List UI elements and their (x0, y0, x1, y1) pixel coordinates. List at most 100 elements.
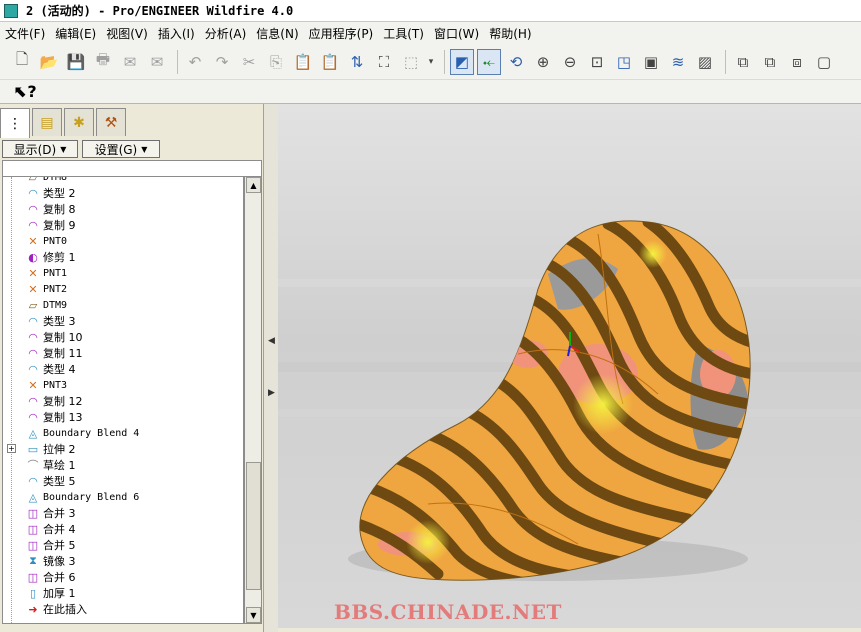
tree-item[interactable]: ◬ Boundary Blend 4 (3, 425, 243, 441)
tree-item[interactable]: ◬ Boundary Blend 6 (3, 489, 243, 505)
insert-here-arrow-icon: ➜ (28, 602, 38, 616)
redo-icon[interactable]: ↷ (210, 49, 234, 75)
app-icon (4, 3, 18, 18)
tree-scrollbar[interactable]: ▲ ▼ (244, 176, 262, 624)
show-dropdown-button[interactable]: 显示(D) ▼ (2, 140, 78, 158)
tree-item[interactable]: ✕ PNT1 (3, 265, 243, 281)
saved-views-icon[interactable]: ▣ (639, 49, 663, 75)
menu-help[interactable]: 帮助(H) (484, 25, 536, 42)
view-manager-icon[interactable]: ◳ (612, 49, 636, 75)
menu-bar: 文件(F) 编辑(E) 视图(V) 插入(I) 分析(A) 信息(N) 应用程序… (0, 22, 861, 44)
tree-item[interactable]: ▱ DTM9 (3, 297, 243, 313)
no-hidden-icon[interactable]: ⧈ (785, 49, 809, 75)
tree-item[interactable]: ◠ 复制 11 (3, 345, 243, 361)
tree-item[interactable]: ◐ 修剪 1 (3, 249, 243, 265)
copy-surface-icon: ◠ (28, 346, 38, 360)
tree-item-label: 复制 9 (43, 219, 76, 232)
tree-item[interactable]: ◠ 类型 3 (3, 313, 243, 329)
spin-center-icon[interactable]: ⤝ (477, 48, 501, 75)
select-box-icon[interactable]: ⬚ (399, 49, 423, 75)
layers-icon[interactable]: ≋ (666, 49, 690, 75)
expand-right-icon[interactable]: ▶ (268, 388, 275, 398)
tree-item[interactable]: ◫ 合并 5 (3, 537, 243, 553)
menu-window[interactable]: 窗口(W) (429, 25, 484, 42)
tree-item[interactable]: ✕ PNT0 (3, 233, 243, 249)
copy-surface-icon: ◠ (28, 394, 38, 408)
tree-item[interactable]: ◫ 合并 3 (3, 505, 243, 521)
paste-special-icon[interactable]: 📋 (318, 49, 342, 75)
mail-icon[interactable]: ✉ (145, 49, 169, 75)
orient-icon[interactable]: ⟲ (504, 49, 528, 75)
tree-item-label: 合并 5 (43, 539, 76, 552)
send-mail-icon[interactable]: ✉ (118, 49, 142, 75)
open-folder-icon[interactable]: 📂 (37, 49, 61, 75)
menu-tools[interactable]: 工具(T) (378, 25, 429, 42)
tree-item[interactable]: ✕ PNT2 (3, 281, 243, 297)
tree-item[interactable]: ⌒ 草绘 1 (3, 457, 243, 473)
tools-tab[interactable]: ⚒ (96, 108, 126, 136)
model-3d-view[interactable] (278, 104, 861, 628)
zoom-in-icon[interactable]: ⊕ (531, 49, 555, 75)
tree-item[interactable]: ▯ 加厚 1 (3, 585, 243, 601)
tree-item-label: 合并 6 (43, 571, 76, 584)
new-file-icon[interactable]: 🗋 (10, 49, 34, 75)
collapse-left-icon[interactable]: ◀ (268, 336, 275, 346)
tree-item[interactable]: ◫ 合并 6 (3, 569, 243, 585)
menu-analysis[interactable]: 分析(A) (200, 25, 252, 42)
appearance-icon[interactable]: ▨ (693, 49, 717, 75)
extrude-icon: ▭ (27, 442, 39, 456)
model-tree-tab[interactable]: ⋮ (0, 108, 30, 138)
layer-tree-tab[interactable]: ▤ (32, 108, 62, 136)
hidden-line-icon[interactable]: ⧉ (758, 49, 782, 75)
settings-dropdown-button[interactable]: 设置(G) ▼ (82, 140, 160, 158)
cut-icon[interactable]: ✂ (237, 49, 261, 75)
menu-edit[interactable]: 编辑(E) (50, 25, 101, 42)
datum-plane-icon: ▱ (28, 298, 38, 312)
regenerate-icon[interactable]: ⇅ (345, 49, 369, 75)
tree-item[interactable]: ➜ 在此插入 (3, 601, 243, 617)
scroll-down-button[interactable]: ▼ (246, 607, 261, 623)
tree-item[interactable]: ▱ DTM8 (3, 177, 243, 185)
copy-icon[interactable]: ⎘ (264, 49, 288, 75)
menu-view[interactable]: 视图(V) (101, 25, 153, 42)
repaint-icon[interactable]: ◩ (450, 48, 474, 75)
tree-item[interactable]: ◫ 合并 4 (3, 521, 243, 537)
wireframe-icon[interactable]: ⧉ (731, 49, 755, 75)
graphics-window[interactable] (278, 104, 861, 628)
tree-item[interactable]: + ▭ 拉伸 2 (3, 441, 243, 457)
panel-splitter[interactable]: ◀ ▶ (264, 104, 278, 632)
thicken-icon: ▯ (29, 586, 37, 600)
undo-icon[interactable]: ↶ (183, 49, 207, 75)
boundary-blend-icon: ◬ (28, 426, 38, 440)
find-icon[interactable]: ⛶ (372, 49, 396, 75)
datum-point-icon: ✕ (28, 234, 38, 248)
refit-icon[interactable]: ⊡ (585, 49, 609, 75)
save-icon[interactable]: 💾 (64, 49, 88, 75)
select-dropdown-icon[interactable]: ▾ (426, 49, 436, 75)
tree-item[interactable]: ◠ 复制 13 (3, 409, 243, 425)
shading-icon[interactable]: ▢ (812, 49, 836, 75)
tree-item[interactable]: ⧗ 镜像 3 (3, 553, 243, 569)
paste-icon[interactable]: 📋 (291, 49, 315, 75)
tree-item[interactable]: ◠ 类型 2 (3, 185, 243, 201)
favorites-tab[interactable]: ✱ (64, 108, 94, 136)
context-help-icon[interactable]: ⬉? (14, 82, 37, 101)
print-icon[interactable]: 🖶 (91, 49, 115, 75)
watermark: BBS.CHINADE.NET (334, 600, 562, 624)
menu-applications[interactable]: 应用程序(P) (304, 25, 379, 42)
tree-item[interactable]: ◠ 复制 10 (3, 329, 243, 345)
scrollbar-thumb[interactable] (246, 462, 261, 590)
menu-info[interactable]: 信息(N) (251, 25, 303, 42)
menu-file[interactable]: 文件(F) (0, 25, 50, 42)
menu-insert[interactable]: 插入(I) (153, 25, 200, 42)
tree-item[interactable]: ◠ 复制 8 (3, 201, 243, 217)
tree-item[interactable]: ◠ 复制 9 (3, 217, 243, 233)
tree-item[interactable]: ◠ 类型 4 (3, 361, 243, 377)
expand-plus-icon[interactable]: + (7, 444, 16, 453)
tree-item[interactable]: ✕ PNT3 (3, 377, 243, 393)
trim-icon: ◐ (28, 250, 38, 264)
tree-item[interactable]: ◠ 类型 5 (3, 473, 243, 489)
tree-item[interactable]: ◠ 复制 12 (3, 393, 243, 409)
scroll-up-button[interactable]: ▲ (246, 177, 261, 193)
zoom-out-icon[interactable]: ⊖ (558, 49, 582, 75)
